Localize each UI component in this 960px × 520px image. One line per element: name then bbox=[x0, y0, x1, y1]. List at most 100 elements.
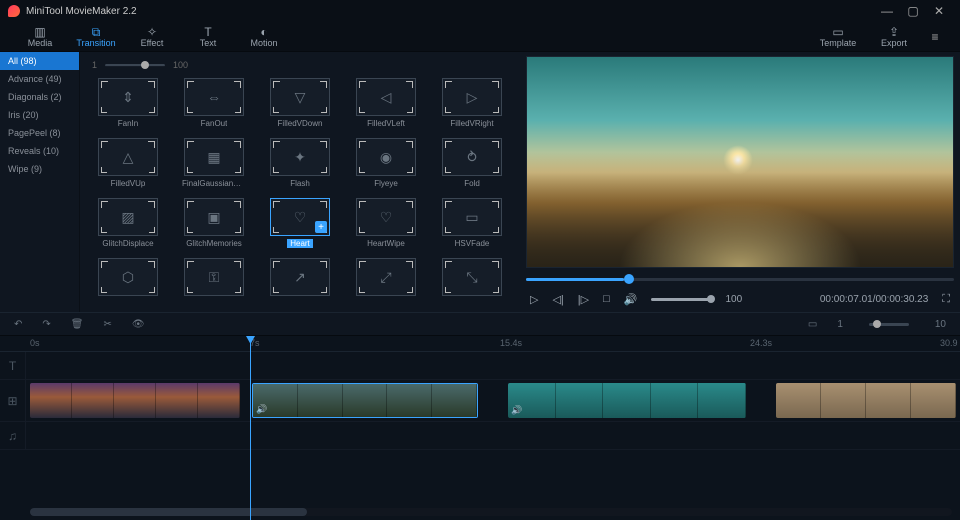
volume-slider[interactable] bbox=[651, 298, 711, 301]
next-frame-button[interactable]: |▷ bbox=[578, 293, 589, 306]
transition-label: FilledVUp bbox=[111, 179, 146, 188]
sidebar-item-reveals[interactable]: Reveals (10) bbox=[0, 142, 79, 160]
transition-label: Flash bbox=[290, 179, 310, 188]
transition-Fold[interactable]: ⥁Fold bbox=[436, 138, 508, 188]
clip-2-selected[interactable]: 🔊 bbox=[252, 383, 478, 418]
transition-HSVFade[interactable]: ▭HSVFade bbox=[436, 198, 508, 248]
transition-label: FilledVLeft bbox=[367, 119, 405, 128]
play-button[interactable]: ▷ bbox=[530, 293, 538, 306]
transition-FilledVRight[interactable]: ▷FilledVRight bbox=[436, 78, 508, 128]
zoom-max: 10 bbox=[935, 319, 946, 330]
transition-Flash[interactable]: ✦Flash bbox=[264, 138, 336, 188]
tab-text[interactable]: TText bbox=[180, 22, 236, 52]
transition-label: Flyeye bbox=[374, 179, 398, 188]
sidebar-item-all[interactable]: All (98) bbox=[0, 52, 79, 70]
text-track-icon: T bbox=[0, 352, 26, 379]
prev-frame-button[interactable]: ◁| bbox=[552, 293, 563, 306]
app-title: MiniTool MovieMaker 2.2 bbox=[26, 6, 874, 17]
timecode: 00:00:07.01/00:00:30.23 bbox=[820, 294, 928, 305]
video-track[interactable]: ⊞ 🔊 🔊 bbox=[0, 380, 960, 422]
transition-label: FanOut bbox=[201, 119, 228, 128]
timeline[interactable]: 0s 7s 15.4s 24.3s 30.9 T ⊞ 🔊 🔊 ♫ bbox=[0, 336, 960, 520]
sidebar-item-wipe[interactable]: Wipe (9) bbox=[0, 160, 79, 178]
transition-item17[interactable]: ↗ bbox=[264, 258, 336, 299]
sidebar-item-iris[interactable]: Iris (20) bbox=[0, 106, 79, 124]
transition-GlitchDisplace[interactable]: ▨GlitchDisplace bbox=[92, 198, 164, 248]
playhead[interactable] bbox=[250, 336, 251, 520]
preview-video[interactable] bbox=[526, 56, 954, 268]
transition-HeartWipe[interactable]: ♡HeartWipe bbox=[350, 198, 422, 248]
toolbar: ▥Media ⧉Transition ✧Effect TText ◐Motion… bbox=[0, 22, 960, 52]
export-button[interactable]: ⇪Export bbox=[866, 22, 922, 52]
transition-item15[interactable]: ⬡ bbox=[92, 258, 164, 299]
sidebar-item-advance[interactable]: Advance (49) bbox=[0, 70, 79, 88]
transition-label: Heart bbox=[287, 239, 313, 248]
tab-transition[interactable]: ⧉Transition bbox=[68, 22, 124, 52]
transition-label: Fold bbox=[464, 179, 480, 188]
transition-FilledVUp[interactable]: △FilledVUp bbox=[92, 138, 164, 188]
tab-motion[interactable]: ◐Motion bbox=[236, 22, 292, 52]
add-transition-button[interactable]: + bbox=[315, 221, 327, 233]
transition-FanIn[interactable]: ⇕FanIn bbox=[92, 78, 164, 128]
transition-FilledVDown[interactable]: ▽FilledVDown bbox=[264, 78, 336, 128]
transition-label: FinalGaussianNoise bbox=[182, 179, 246, 188]
transition-Flyeye[interactable]: ◉Flyeye bbox=[350, 138, 422, 188]
titlebar: MiniTool MovieMaker 2.2 ― ▢ ✕ bbox=[0, 0, 960, 22]
transition-label: HSVFade bbox=[455, 239, 490, 248]
timeline-scrollbar[interactable] bbox=[30, 508, 952, 516]
preview-panel: ▷ ◁| |▷ □ 🔊 100 00:00:07.01/00:00:30.23 … bbox=[520, 52, 960, 312]
transition-item16[interactable]: ⚿ bbox=[178, 258, 250, 299]
category-sidebar: All (98)Advance (49)Diagonals (2)Iris (2… bbox=[0, 52, 80, 312]
transition-item18[interactable]: ⤢ bbox=[350, 258, 422, 299]
split-button[interactable]: ✂ bbox=[103, 319, 111, 330]
transition-label: FilledVDown bbox=[278, 119, 323, 128]
transition-FinalGaussianNoise[interactable]: ▦FinalGaussianNoise bbox=[178, 138, 250, 188]
transition-Heart[interactable]: ♡+Heart bbox=[264, 198, 336, 248]
transition-label: GlitchMemories bbox=[186, 239, 242, 248]
undo-button[interactable]: ↶ bbox=[14, 319, 22, 330]
clip-1[interactable] bbox=[30, 383, 240, 418]
delete-button[interactable]: 🗑 bbox=[71, 319, 84, 330]
transition-label: FilledVRight bbox=[450, 119, 493, 128]
fullscreen-button[interactable]: ⛶ bbox=[942, 293, 950, 306]
clip-3[interactable]: 🔊 bbox=[508, 383, 746, 418]
close-button[interactable]: ✕ bbox=[926, 0, 952, 22]
volume-value: 100 bbox=[725, 294, 742, 305]
clip-4[interactable] bbox=[776, 383, 956, 418]
template-button[interactable]: ▭Template bbox=[810, 22, 866, 52]
app-logo-icon bbox=[8, 5, 20, 17]
time-ruler[interactable]: 0s 7s 15.4s 24.3s 30.9 bbox=[0, 336, 960, 352]
speaker-icon: 🔊 bbox=[511, 405, 522, 416]
volume-icon[interactable]: 🔊 bbox=[624, 293, 638, 306]
preview-scrubber[interactable] bbox=[526, 272, 954, 286]
sidebar-item-diagonals[interactable]: Diagonals (2) bbox=[0, 88, 79, 106]
audio-track[interactable]: ♫ bbox=[0, 422, 960, 450]
transition-label: HeartWipe bbox=[367, 239, 405, 248]
transition-item19[interactable]: ⤡ bbox=[436, 258, 508, 299]
maximize-button[interactable]: ▢ bbox=[900, 0, 926, 22]
transition-browser: 1 100 ⇕FanIn ⇔FanOut ▽FilledVDown ◁FilledVL… bbox=[80, 52, 520, 312]
transition-FilledVLeft[interactable]: ◁FilledVLeft bbox=[350, 78, 422, 128]
thumb-size-min: 1 bbox=[92, 60, 97, 70]
tab-effect[interactable]: ✧Effect bbox=[124, 22, 180, 52]
speed-button[interactable]: 👁 bbox=[132, 319, 145, 330]
transition-label: GlitchDisplace bbox=[102, 239, 153, 248]
zoom-slider[interactable] bbox=[869, 323, 909, 326]
thumb-size-max: 100 bbox=[173, 60, 188, 70]
sidebar-item-pagepeel[interactable]: PagePeel (8) bbox=[0, 124, 79, 142]
video-track-icon: ⊞ bbox=[0, 380, 26, 421]
transition-FanOut[interactable]: ⇔FanOut bbox=[178, 78, 250, 128]
text-track[interactable]: T bbox=[0, 352, 960, 380]
zoom-min: 1 bbox=[837, 319, 843, 330]
tab-media[interactable]: ▥Media bbox=[12, 22, 68, 52]
minimize-button[interactable]: ― bbox=[874, 0, 900, 22]
speaker-icon: 🔊 bbox=[256, 404, 267, 415]
fit-button[interactable]: ▭ bbox=[808, 319, 817, 330]
thumb-size-slider[interactable] bbox=[105, 64, 165, 67]
stop-button[interactable]: □ bbox=[603, 293, 610, 305]
action-bar: ↶ ↷ 🗑 ✂ 👁 ▭ 1 10 bbox=[0, 312, 960, 336]
audio-track-icon: ♫ bbox=[0, 422, 26, 449]
redo-button[interactable]: ↷ bbox=[42, 319, 50, 330]
transition-GlitchMemories[interactable]: ▣GlitchMemories bbox=[178, 198, 250, 248]
menu-icon[interactable]: ≡ bbox=[922, 26, 948, 48]
